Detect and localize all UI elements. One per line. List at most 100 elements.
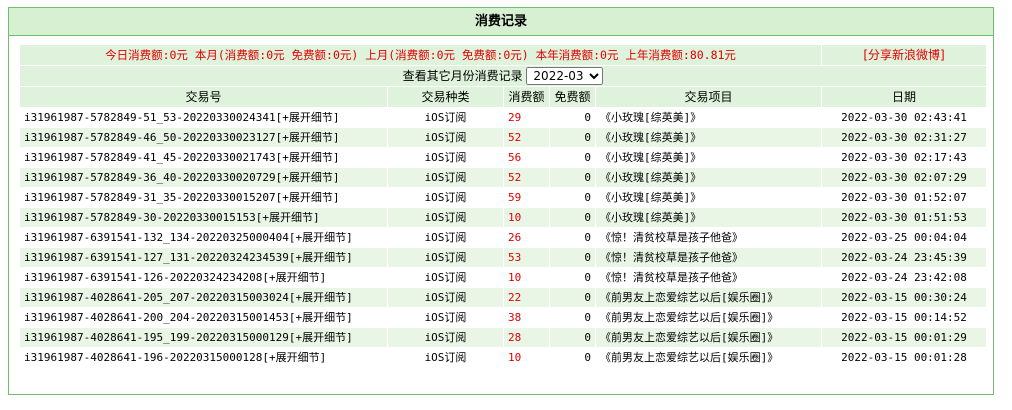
transaction-type: iOS订阅 [388,328,503,347]
transaction-date: 2022-03-25 00:04:04 [822,228,987,247]
free-amount-value: 0 [550,288,595,307]
item-title: 《小玫瑰[综英美]》 [596,148,822,167]
transaction-type: iOS订阅 [388,188,503,207]
item-title: 《前男友上恋爱综艺以后[娱乐圈]》 [596,288,822,307]
month-select[interactable]: 2022-03 [526,67,604,85]
amount-value: 56 [504,148,549,167]
item-title: 《小玫瑰[综英美]》 [596,108,822,127]
item-title: 《惊！清贫校草是孩子他爸》 [596,248,822,267]
share-weibo-link[interactable]: [分享新浪微博] [822,45,987,65]
amount-value: 22 [504,288,549,307]
table-row: i31961987-6391541-126-20220324234208[+展开… [20,268,987,287]
free-amount-value: 0 [550,348,595,367]
amount-value: 38 [504,308,549,327]
transaction-id-link[interactable]: i31961987-5782849-46_50-20220330023127[+… [20,128,387,147]
records-table: 今日消费额:0元 本月(消费额:0元 免费额:0元) 上月(消费额:0元 免费额… [19,44,987,368]
item-title: 《小玫瑰[综英美]》 [596,168,822,187]
item-title: 《小玫瑰[综英美]》 [596,208,822,227]
transaction-date: 2022-03-30 01:52:07 [822,188,987,207]
transaction-id-link[interactable]: i31961987-4028641-196-20220315000128[+展开… [20,348,387,367]
amount-value: 10 [504,268,549,287]
table-row: i31961987-5782849-41_45-20220330021743[+… [20,148,987,167]
amount-value: 26 [504,228,549,247]
free-amount-value: 0 [550,248,595,267]
amount-value: 59 [504,188,549,207]
transaction-type: iOS订阅 [388,228,503,247]
consumption-records-panel: 消费记录 今日消费额:0元 本月(消费额:0元 免费额:0元) 上月(消费额:0… [8,7,994,395]
transaction-id-link[interactable]: i31961987-4028641-205_207-20220315003024… [20,288,387,307]
item-title: 《小玫瑰[综英美]》 [596,128,822,147]
item-title: 《前男友上恋爱综艺以后[娱乐圈]》 [596,308,822,327]
transaction-type: iOS订阅 [388,168,503,187]
filter-label: 查看其它月份消费记录 [402,69,523,83]
transaction-id-link[interactable]: i31961987-5782849-30-20220330015153[+展开细… [20,208,387,227]
transaction-id-link[interactable]: i31961987-6391541-127_131-20220324234539… [20,248,387,267]
transaction-date: 2022-03-30 02:43:41 [822,108,987,127]
amount-value: 10 [504,208,549,227]
free-amount-value: 0 [550,168,595,187]
table-row: i31961987-4028641-205_207-20220315003024… [20,288,987,307]
transaction-date: 2022-03-30 01:51:53 [822,208,987,227]
transaction-id-link[interactable]: i31961987-4028641-195_199-20220315000129… [20,328,387,347]
filter-row: 查看其它月份消费记录 2022-03 [20,66,987,86]
transaction-type: iOS订阅 [388,128,503,147]
free-amount-value: 0 [550,208,595,227]
transaction-type: iOS订阅 [388,108,503,127]
filter-cell: 查看其它月份消费记录 2022-03 [20,66,987,86]
transaction-type: iOS订阅 [388,208,503,227]
free-amount-value: 0 [550,228,595,247]
item-title: 《惊！清贫校草是孩子他爸》 [596,268,822,287]
table-row: i31961987-5782849-36_40-20220330020729[+… [20,168,987,187]
amount-value: 10 [504,348,549,367]
amount-value: 29 [504,108,549,127]
transaction-id-link[interactable]: i31961987-5782849-51_53-20220330024341[+… [20,108,387,127]
transaction-date: 2022-03-15 00:14:52 [822,308,987,327]
item-title: 《前男友上恋爱综艺以后[娱乐圈]》 [596,328,822,347]
free-amount-value: 0 [550,148,595,167]
transaction-type: iOS订阅 [388,248,503,267]
header-transaction-type: 交易种类 [388,87,503,107]
panel-title: 消费记录 [9,8,993,36]
transaction-id-link[interactable]: i31961987-5782849-36_40-20220330020729[+… [20,168,387,187]
table-row: i31961987-5782849-51_53-20220330024341[+… [20,108,987,127]
free-amount-value: 0 [550,188,595,207]
transaction-type: iOS订阅 [388,348,503,367]
transaction-date: 2022-03-24 23:45:39 [822,248,987,267]
table-row: i31961987-4028641-200_204-20220315001453… [20,308,987,327]
table-row: i31961987-5782849-46_50-20220330023127[+… [20,128,987,147]
transaction-date: 2022-03-30 02:31:27 [822,128,987,147]
table-row: i31961987-5782849-31_35-20220330015207[+… [20,188,987,207]
free-amount-value: 0 [550,328,595,347]
free-amount-value: 0 [550,108,595,127]
item-title: 《惊！清贫校草是孩子他爸》 [596,228,822,247]
free-amount-value: 0 [550,308,595,327]
table-row: i31961987-6391541-132_134-20220325000404… [20,228,987,247]
transaction-date: 2022-03-30 02:07:29 [822,168,987,187]
transaction-date: 2022-03-15 00:01:29 [822,328,987,347]
summary-text: 今日消费额:0元 本月(消费额:0元 免费额:0元) 上月(消费额:0元 免费额… [20,45,822,65]
transaction-id-link[interactable]: i31961987-6391541-126-20220324234208[+展开… [20,268,387,287]
amount-value: 52 [504,168,549,187]
table-header-row: 交易号 交易种类 消费额 免费额 交易项目 日期 [20,87,987,107]
amount-value: 53 [504,248,549,267]
header-free-amount: 免费额 [550,87,595,107]
transaction-date: 2022-03-24 23:42:08 [822,268,987,287]
transaction-type: iOS订阅 [388,148,503,167]
header-date: 日期 [822,87,987,107]
transaction-type: iOS订阅 [388,268,503,287]
header-amount: 消费额 [504,87,549,107]
free-amount-value: 0 [550,128,595,147]
transaction-date: 2022-03-30 02:17:43 [822,148,987,167]
transaction-id-link[interactable]: i31961987-6391541-132_134-20220325000404… [20,228,387,247]
item-title: 《前男友上恋爱综艺以后[娱乐圈]》 [596,348,822,367]
item-title: 《小玫瑰[综英美]》 [596,188,822,207]
transaction-id-link[interactable]: i31961987-5782849-41_45-20220330021743[+… [20,148,387,167]
transaction-type: iOS订阅 [388,288,503,307]
amount-value: 28 [504,328,549,347]
transaction-date: 2022-03-15 00:30:24 [822,288,987,307]
table-row: i31961987-4028641-195_199-20220315000129… [20,328,987,347]
table-row: i31961987-6391541-127_131-20220324234539… [20,248,987,267]
transaction-id-link[interactable]: i31961987-5782849-31_35-20220330015207[+… [20,188,387,207]
transaction-type: iOS订阅 [388,308,503,327]
transaction-id-link[interactable]: i31961987-4028641-200_204-20220315001453… [20,308,387,327]
